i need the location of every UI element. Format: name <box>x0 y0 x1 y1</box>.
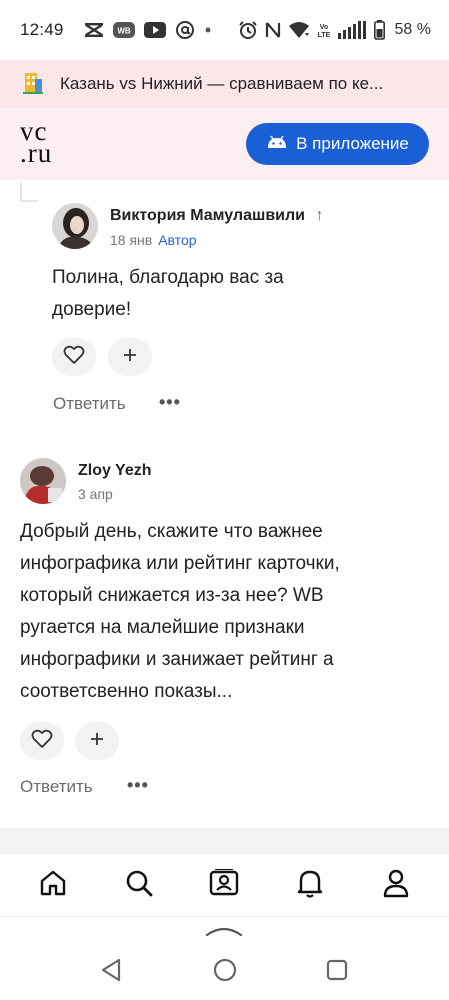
heart-icon <box>63 345 85 370</box>
reply-button[interactable]: Ответить <box>20 777 93 797</box>
like-button[interactable] <box>52 338 96 376</box>
wifi-icon <box>288 21 310 39</box>
dot-icon <box>204 26 212 34</box>
youtube-icon <box>143 22 166 38</box>
comment-meta: 18 янв Автор <box>110 232 197 248</box>
comment-text-line: Полина, благодарю вас за <box>52 267 284 288</box>
author-badge: Автор <box>158 232 197 248</box>
more-options-button[interactable]: ••• <box>127 775 149 796</box>
wb-icon-label: WB <box>117 27 131 36</box>
plus-icon <box>89 731 105 752</box>
avatar[interactable] <box>20 458 66 504</box>
comment-text: Полина, благодарю вас за доверие! <box>52 262 432 326</box>
open-app-button[interactable]: В приложение <box>246 123 429 165</box>
site-header: vc .ru В приложение <box>0 108 449 180</box>
home-circle-icon[interactable] <box>212 957 238 988</box>
comment-text-line: Добрый день, скажите что важнее <box>20 521 323 542</box>
comment-text-line: который снижается из-за нее? WB <box>20 585 324 606</box>
comment-text-line: инфографика или рейтинг карточки, <box>20 553 340 574</box>
comment-text-line: ругается на малейшие признаки <box>20 617 305 638</box>
section-divider <box>0 828 449 854</box>
recent-apps-icon[interactable] <box>325 957 349 988</box>
status-time: 12:49 <box>20 20 64 39</box>
capcut-icon <box>84 22 104 38</box>
like-button[interactable] <box>20 722 64 760</box>
arrow-up-icon[interactable]: ↑ <box>315 207 323 224</box>
svg-text:Vo: Vo <box>319 24 327 31</box>
nav-feed[interactable] <box>202 863 246 907</box>
comment-text-line: соответсвенно показы... <box>20 681 233 702</box>
system-navigation-bar <box>0 916 449 1000</box>
reply-button[interactable]: Ответить <box>53 394 126 414</box>
comment-date[interactable]: 3 апр <box>78 486 113 502</box>
comment-text-line: доверие! <box>52 299 132 320</box>
bell-icon <box>296 868 324 903</box>
chevron-up-icon[interactable] <box>205 923 243 942</box>
status-bar: 12:49 WB Vo LTE 58 % <box>0 0 449 60</box>
author-name[interactable]: Zloy Yezh <box>78 462 152 480</box>
comment-date[interactable]: 18 янв <box>110 232 152 248</box>
profile-card-icon <box>209 867 239 902</box>
battery-icon <box>373 20 385 40</box>
back-icon[interactable] <box>99 957 123 988</box>
thread-elbow <box>20 200 38 202</box>
search-icon <box>125 869 153 902</box>
nfc-icon <box>264 20 282 40</box>
nav-notifications[interactable] <box>288 863 332 907</box>
article-banner[interactable]: Казань vs Нижний — сравниваем по ке... <box>0 60 449 108</box>
nav-profile[interactable] <box>374 863 418 907</box>
signal-icon <box>337 21 368 39</box>
wb-icon: WB <box>112 22 135 38</box>
add-reaction-button[interactable] <box>75 722 119 760</box>
comment-text: Добрый день, скажите что важнее инфограф… <box>20 516 435 708</box>
plus-icon <box>122 347 138 368</box>
avatar[interactable] <box>52 203 98 249</box>
author-name[interactable]: Виктория Мамулашвили <box>110 207 305 224</box>
home-icon <box>39 869 67 902</box>
vc-logo[interactable]: vc .ru <box>20 118 80 168</box>
battery-percent: 58 % <box>394 21 431 38</box>
add-reaction-button[interactable] <box>108 338 152 376</box>
android-icon <box>266 134 288 154</box>
bottom-navigation <box>0 854 449 916</box>
more-options-button[interactable]: ••• <box>159 392 181 413</box>
building-icon <box>22 69 44 100</box>
banner-title[interactable]: Казань vs Нижний — сравниваем по ке... <box>60 74 425 94</box>
comment-author[interactable]: Виктория Мамулашвили ↑ <box>110 207 323 225</box>
thread-line <box>20 182 22 202</box>
user-icon <box>382 868 410 903</box>
open-app-label: В приложение <box>296 134 409 153</box>
svg-text:LTE: LTE <box>317 32 330 39</box>
nav-home[interactable] <box>31 863 75 907</box>
heart-icon <box>31 729 53 754</box>
comment-text-line: инфографики и занижает рейтинг а <box>20 649 334 670</box>
nav-search[interactable] <box>117 863 161 907</box>
volte-icon: Vo LTE <box>316 21 332 39</box>
at-icon <box>175 20 195 40</box>
alarm-icon <box>238 20 258 40</box>
logo-line-2: .ru <box>20 138 53 168</box>
